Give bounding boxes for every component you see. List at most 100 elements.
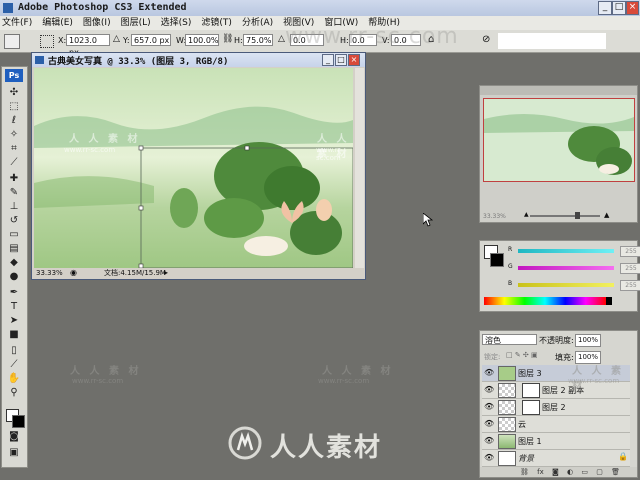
new-group-icon[interactable]: ▭ [581,468,588,476]
vertical-scrollbar[interactable] [355,68,364,268]
navigator-zoom-slider[interactable] [530,215,600,217]
pen-tool-icon[interactable]: ✒ [6,285,22,300]
blend-mode-value: 溶色 [485,336,501,345]
dodge-tool-icon[interactable]: ● [6,269,22,284]
y-field[interactable]: 657.0 px [131,34,171,46]
document-canvas[interactable]: 人 人 素 材 www.rr-sc.com 人 人 素 材 www.rr-sc.… [34,68,353,268]
toolbox: Ps ✣ ⬚ ℓ ✧ ⌗ ⟋ ✚ ✎ ⊥ ↺ ▭ ▤ ◆ ● ✒ T ➤ ■ ▯… [1,66,28,468]
layer-row-background[interactable]: 👁 背景 🔒 [482,450,630,467]
w-field[interactable]: 100.0% [185,34,219,46]
r-value[interactable]: 255 [620,246,640,257]
layers-footer: ⛓ fx ◙ ◐ ▭ ▢ 🗑 [480,467,637,477]
navigator-zoom[interactable]: 33.33% [483,213,506,220]
hand-tool-icon[interactable]: ✋ [6,371,22,386]
h-field[interactable]: 75.0% [243,34,273,46]
slice-tool-icon[interactable]: ⟋ [6,155,22,170]
eye-icon[interactable]: 👁 [484,419,494,428]
b-label: B [508,280,513,287]
fx-icon[interactable]: fx [537,468,544,476]
navigator-thumbnail[interactable] [483,98,635,182]
reference-point-icon[interactable] [40,35,54,48]
navigator-panel: 33.33% ▲ ▲ [479,85,638,223]
close-button[interactable]: × [626,1,639,15]
eye-icon[interactable]: 👁 [484,402,494,411]
panel-background-swatch[interactable] [490,253,504,267]
r-slider[interactable] [518,249,614,253]
crop-tool-icon[interactable]: ⌗ [6,141,22,156]
magic-wand-tool-icon[interactable]: ✧ [6,127,22,142]
menu-layer[interactable]: 图层(L) [121,16,151,30]
shape-tool-icon[interactable]: ■ [6,327,22,342]
blend-mode-select[interactable]: 溶色 [482,334,537,345]
y-label: Y: [123,36,130,45]
b-value[interactable]: 255 [620,280,640,291]
screen-mode-icon[interactable]: ▣ [6,445,22,460]
eye-icon[interactable]: 👁 [484,385,494,394]
zoom-in-icon[interactable]: ▲ [604,211,609,219]
eyedropper-tool-icon[interactable]: ⟋ [6,357,22,372]
menu-analysis[interactable]: 分析(A) [242,16,273,30]
zoom-out-icon[interactable]: ▲ [524,211,529,218]
maximize-button[interactable]: □ [612,1,626,15]
eye-icon[interactable]: 👁 [484,436,494,445]
adjustment-layer-icon[interactable]: ◐ [567,468,573,476]
delete-layer-icon[interactable]: 🗑 [611,468,620,476]
move-tool-icon[interactable]: ✣ [6,85,22,100]
menu-file[interactable]: 文件(F) [2,16,32,30]
doc-maximize-button[interactable]: □ [335,54,347,66]
eye-icon[interactable]: 👁 [484,453,494,462]
healing-brush-tool-icon[interactable]: ✚ [6,171,22,186]
layer-thumbnail [498,451,516,466]
blur-tool-icon[interactable]: ◆ [6,255,22,270]
canvas-watermark-logo: 人 人 素 材 [69,134,141,145]
marquee-tool-icon[interactable]: ⬚ [6,99,22,114]
eraser-tool-icon[interactable]: ▭ [6,227,22,242]
clone-stamp-tool-icon[interactable]: ⊥ [6,199,22,214]
b-slider[interactable] [518,283,614,287]
ps-logo-icon: Ps [5,69,23,82]
eye-icon[interactable]: 👁 [484,368,494,377]
history-brush-tool-icon[interactable]: ↺ [6,213,22,228]
delta-icon[interactable]: △ [113,34,120,44]
layer-name: 图层 2 [542,403,566,412]
lock-icons[interactable]: □ ✎ ✣ ▣ [506,351,538,359]
foreground-color-swatch[interactable] [12,415,25,428]
g-value[interactable]: 255 [620,263,640,274]
navigator-slider-handle[interactable] [575,212,580,219]
notes-tool-icon[interactable]: ▯ [6,343,22,358]
add-mask-icon[interactable]: ◙ [552,468,559,476]
layer-row-2[interactable]: 👁 图层 2 [482,399,630,416]
layer-thumbnail [498,417,516,432]
path-selection-tool-icon[interactable]: ➤ [6,313,22,328]
layer-row-cloud[interactable]: 👁 云 [482,416,630,433]
opacity-field[interactable]: 100% [575,334,601,347]
brush-tool-icon[interactable]: ✎ [6,185,22,200]
zoom-tool-icon[interactable]: ⚲ [6,385,22,400]
brand-watermark-text: 人人素材 [270,433,383,463]
menu-select[interactable]: 选择(S) [161,16,192,30]
g-slider[interactable] [518,266,614,270]
status-arrow-icon[interactable]: ▸ [164,268,168,278]
type-tool-icon[interactable]: T [6,299,22,314]
lasso-tool-icon[interactable]: ℓ [6,113,22,128]
menu-image[interactable]: 图像(I) [83,16,111,30]
status-menu-icon[interactable]: ◉ [70,268,77,278]
x-field[interactable]: 1023.0 px [66,34,110,57]
cancel-transform-icon[interactable]: ⊘ [482,34,490,45]
quick-mask-icon[interactable]: ◙ [6,429,22,444]
zoom-level[interactable]: 33.33% [36,268,63,278]
x-label: X: [58,36,67,45]
doc-minimize-button[interactable]: _ [322,54,334,66]
gradient-tool-icon[interactable]: ▤ [6,241,22,256]
minimize-button[interactable]: _ [598,1,612,15]
link-layers-icon[interactable]: ⛓ [520,468,529,476]
new-layer-icon[interactable]: ▢ [596,468,603,476]
menu-edit[interactable]: 编辑(E) [42,16,73,30]
layer-row-1[interactable]: 👁 图层 1 [482,433,630,450]
menu-filter[interactable]: 滤镜(T) [201,16,232,30]
doc-close-button[interactable]: × [348,54,360,66]
layer-mask-thumbnail [522,400,540,415]
black-swatch[interactable] [606,297,612,305]
link-icon[interactable]: ⛓ [222,34,233,44]
color-spectrum-bar[interactable] [484,297,606,305]
